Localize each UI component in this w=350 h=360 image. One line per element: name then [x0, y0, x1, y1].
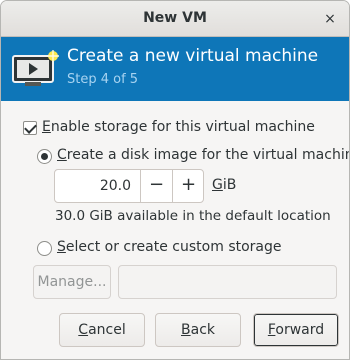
- manage-button[interactable]: Manage...: [33, 265, 111, 299]
- create-disk-image-label[interactable]: Create a disk image for the virtual mach…: [57, 147, 349, 163]
- cancel-button[interactable]: Cancel: [59, 313, 145, 347]
- forward-button[interactable]: Forward: [253, 313, 339, 347]
- enable-storage-label[interactable]: Enable storage for this virtual machine: [42, 119, 315, 135]
- decrement-button[interactable]: −: [140, 170, 172, 202]
- custom-storage-label[interactable]: Select or create custom storage: [57, 239, 282, 255]
- virtual-machine-icon: [12, 50, 59, 86]
- back-button[interactable]: Back: [155, 313, 241, 347]
- new-vm-dialog: New VM × Create a new virtual machine St…: [0, 0, 350, 360]
- wizard-banner: Create a new virtual machine Step 4 of 5: [1, 37, 349, 101]
- banner-title: Create a new virtual machine: [67, 46, 319, 66]
- titlebar: New VM ×: [1, 1, 349, 37]
- custom-storage-path-field[interactable]: [118, 265, 337, 299]
- plus-icon: +: [180, 174, 197, 195]
- available-space-text: 30.0 GiB available in the default locati…: [55, 208, 331, 224]
- increment-button[interactable]: +: [172, 170, 204, 202]
- enable-storage-checkbox[interactable]: [23, 121, 37, 135]
- create-disk-image-radio[interactable]: [37, 149, 52, 164]
- size-unit-label: GiB: [212, 177, 237, 193]
- custom-storage-radio[interactable]: [37, 241, 52, 256]
- close-icon: ×: [324, 11, 336, 27]
- close-button[interactable]: ×: [321, 10, 339, 28]
- step-indicator: Step 4 of 5: [67, 72, 139, 87]
- window-title: New VM: [143, 10, 207, 26]
- disk-size-input[interactable]: [55, 170, 139, 202]
- disk-size-spinbutton: − +: [54, 169, 204, 203]
- minus-icon: −: [148, 174, 165, 195]
